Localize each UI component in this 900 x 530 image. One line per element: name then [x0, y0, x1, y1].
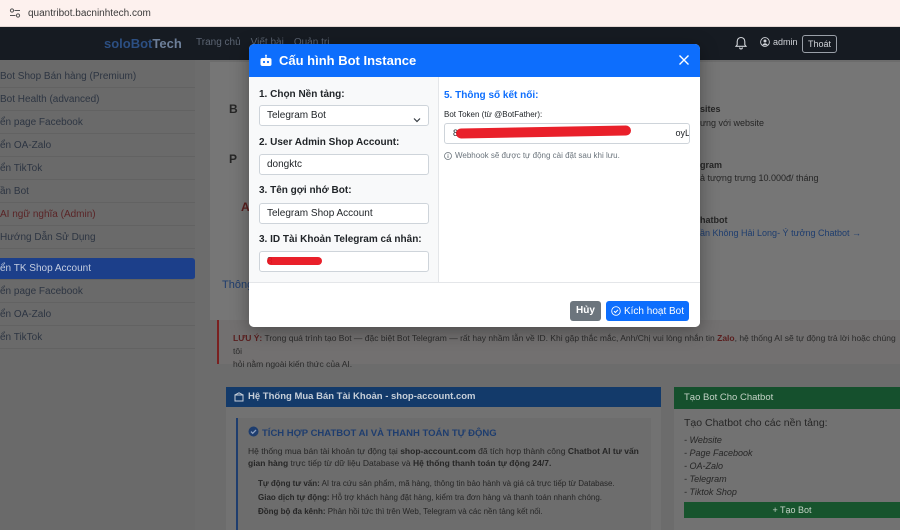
chevron-down-icon — [413, 112, 421, 123]
integration-desc-4: trực tiếp từ dữ liệu Database và — [290, 458, 411, 468]
building-icon — [234, 392, 244, 402]
background-card-title-2: P — [229, 152, 238, 166]
chatbot-title: hatbot — [700, 215, 728, 225]
platform-facebook: - Page Facebook — [684, 448, 753, 458]
telegram-id-label: 3. ID Tài Khoản Telegram cá nhân: — [259, 234, 422, 245]
integration-title: TÍCH HỢP CHATBOT AI VÀ THANH TOÁN TỰ ĐỘN… — [262, 428, 497, 439]
sidebar-item-facebook-page[interactable]: ển page Facebook — [0, 112, 195, 134]
platform-selected-value: Telegram Bot — [267, 110, 326, 121]
bot-nickname-input[interactable]: Telegram Shop Account — [259, 203, 429, 224]
integration-desc-line-2: gian hàng trực tiếp từ dữ liệu Database … — [248, 458, 551, 468]
telegram-price: ả tượng trưng 10.000đ/ tháng — [700, 173, 819, 183]
sidebar: Bot Shop Bán hàng (Premium) Bot Health (… — [0, 60, 195, 530]
info-circle-icon — [444, 151, 452, 160]
integration-desc-2: đã tích hợp thành công — [478, 446, 566, 456]
platform-label: 1. Chọn Nền tảng: — [259, 89, 345, 100]
bot-token-label: Bot Token (từ @BotFather): — [444, 110, 543, 119]
integration-desc-bold: Chatbot AI tư vấn — [567, 446, 639, 456]
platform-select[interactable]: Telegram Bot — [259, 105, 429, 126]
brand-name-part-1: soloBot — [104, 36, 153, 51]
check-circle-icon — [611, 306, 621, 316]
sidebar-item-oa-zalo[interactable]: ển OA-Zalo — [0, 135, 195, 157]
user-circle-icon — [760, 37, 770, 47]
brand-name-part-2: Tech — [152, 36, 182, 51]
bullet-1-title: Tự động tư vấn: — [258, 479, 320, 488]
integration-desc-bold-2: Hệ thống thanh toán tự động 24/7. — [412, 458, 552, 468]
admin-user-label: 2. User Admin Shop Account: — [259, 137, 400, 148]
notice-zalo: Zalo — [717, 333, 735, 343]
integration-box: TÍCH HỢP CHATBOT AI VÀ THANH TOÁN TỰ ĐỘN… — [236, 418, 651, 530]
create-bot-button[interactable]: + Tạo Bot — [684, 502, 900, 518]
user-name: admin — [773, 37, 798, 47]
sidebar-item-bot-health[interactable]: Bot Health (advanced) — [0, 89, 195, 111]
check-circle-icon — [248, 426, 259, 437]
bullet-1-text: AI tra cứu sản phẩm, mã hàng, thông tin … — [321, 479, 615, 488]
create-chatbot-header: Tạo Bot Cho Chatbot — [674, 387, 900, 409]
sidebar-item-oa-zalo-2[interactable]: ển OA-Zalo — [0, 304, 195, 326]
bullet-2-title: Giao dịch tự động: — [258, 493, 330, 502]
modal-footer: Hủy Kích hoạt Bot — [249, 282, 700, 327]
activate-bot-button[interactable]: Kích hoạt Bot — [606, 301, 689, 321]
modal-right-column: 5. Thông số kết nối: Bot Token (từ @BotF… — [440, 77, 700, 282]
browser-address-bar: quantribot.bacninhtech.com — [0, 0, 900, 27]
nav-link-home[interactable]: Trang chủ — [196, 37, 241, 48]
platform-tiktok: - Tiktok Shop — [684, 487, 737, 497]
telegram-title: gram — [700, 160, 723, 170]
site-settings-icon[interactable] — [8, 6, 22, 20]
sidebar-item-facebook-page-2[interactable]: ển page Facebook — [0, 281, 195, 303]
sidebar-item-bot[interactable]: ần Bot — [0, 181, 195, 203]
create-chatbot-heading: Tạo Chatbot cho các nền tảng: — [684, 417, 828, 429]
modal-header: Cấu hình Bot Instance — [249, 44, 700, 77]
integration-bullet-1: Tự động tư vấn: AI tra cứu sản phẩm, mã … — [258, 479, 615, 488]
bullet-2-text: Hỗ trợ khách hàng đặt hàng, kiểm tra đơn… — [331, 493, 603, 502]
sidebar-item-user-guide[interactable]: Hướng Dẫn Sử Dụng — [0, 227, 195, 249]
bullet-3-text: Phản hồi tức thì trên Web, Telegram và c… — [327, 507, 543, 516]
sites-subtitle: ưng với website — [700, 118, 764, 128]
integration-desc-1: Hệ thống mua bán tài khoản tự động tại — [248, 446, 398, 456]
cancel-button[interactable]: Hủy — [570, 301, 601, 321]
connection-heading: 5. Thông số kết nối: — [444, 90, 539, 101]
integration-desc-site: shop-account.com — [400, 446, 476, 456]
background-right-cards — [700, 62, 900, 320]
shop-account-panel-title: Hệ Thống Mua Bán Tài Khoản - shop-accoun… — [248, 391, 476, 402]
integration-bullet-3: Đồng bộ đa kênh: Phản hồi tức thì trên W… — [258, 507, 543, 516]
platform-zalo: - OA-Zalo — [684, 461, 724, 471]
sidebar-item-tiktok-2[interactable]: ển TikTok — [0, 327, 195, 349]
platform-telegram: - Telegram — [684, 474, 727, 484]
integration-desc-line-1: Hệ thống mua bán tài khoản tự động tại s… — [248, 446, 639, 456]
webhook-hint: Webhook sẽ được tự động cài đặt sau khi … — [444, 151, 620, 160]
user-menu[interactable]: admin — [760, 37, 798, 47]
modal-title: Cấu hình Bot Instance — [279, 53, 417, 68]
sidebar-item-bot-shop[interactable]: Bot Shop Bán hàng (Premium) — [0, 66, 195, 88]
bot-nickname-label: 3. Tên gợi nhớ Bot: — [259, 185, 352, 196]
sites-title: sites — [700, 104, 721, 114]
sidebar-item-semantic-ai[interactable]: AI ngữ nghĩa (Admin) — [0, 204, 195, 226]
notice-prefix: LƯU Ý: — [233, 333, 263, 343]
webhook-hint-text: Webhook sẽ được tự động cài đặt sau khi … — [455, 151, 620, 160]
logout-button[interactable]: Thoát — [802, 35, 838, 53]
integration-bullet-2: Giao dịch tự động: Hỗ trợ khách hàng đặt… — [258, 493, 602, 502]
bell-icon[interactable] — [734, 36, 748, 50]
chatbot-link[interactable]: ần Không Hải Long- Ý tưởng Chatbot → — [700, 228, 861, 238]
sidebar-item-tiktok[interactable]: ển TikTok — [0, 158, 195, 180]
background-card-title-1: B — [229, 102, 238, 116]
redaction-mark-telegram-id — [267, 257, 322, 265]
close-icon[interactable] — [676, 52, 692, 68]
url-text[interactable]: quantribot.bacninhtech.com — [28, 8, 151, 19]
brand-logo[interactable]: soloBotTech — [104, 36, 182, 51]
platform-website: - Website — [684, 435, 722, 445]
shop-account-panel-header: Hệ Thống Mua Bán Tài Khoản - shop-accoun… — [226, 387, 661, 407]
modal-left-column: 1. Chọn Nền tảng: Telegram Bot 2. User A… — [249, 77, 439, 282]
integration-desc-3: gian hàng — [248, 458, 289, 468]
bullet-3-title: Đồng bộ đa kênh: — [258, 507, 326, 516]
activate-bot-label: Kích hoạt Bot — [623, 305, 685, 317]
robot-icon — [259, 54, 273, 68]
admin-user-input[interactable]: dongktc — [259, 154, 429, 175]
sidebar-item-shop-account[interactable]: ển TK Shop Account — [0, 258, 195, 280]
notice-text: Trong quá trình tạo Bot — đặc biệt Bot T… — [264, 333, 715, 343]
notice-line-2: hỏi nằm ngoài kiến thức của AI. — [233, 359, 353, 369]
bot-config-modal: Cấu hình Bot Instance 1. Chọn Nền tảng: … — [249, 44, 700, 327]
